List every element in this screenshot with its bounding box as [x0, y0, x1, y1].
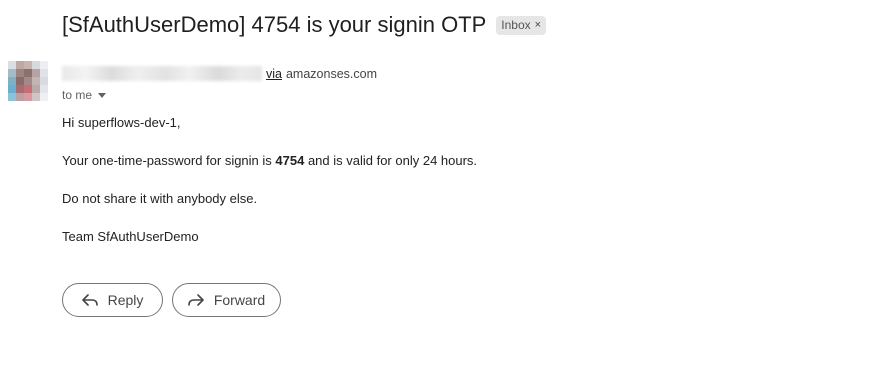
- redacted-sender[interactable]: [62, 66, 262, 81]
- forward-button[interactable]: Forward: [172, 283, 281, 317]
- email-warning: Do not share it with anybody else.: [62, 191, 258, 206]
- reply-icon: [81, 294, 98, 306]
- inbox-label-text: Inbox: [501, 18, 531, 32]
- forward-icon: [188, 294, 204, 306]
- remove-label-icon[interactable]: ×: [535, 19, 541, 31]
- email-otp-line: Your one-time-password for signin is 475…: [62, 153, 477, 168]
- otp-suffix: and is valid for only 24 hours.: [304, 153, 478, 168]
- subject-row: [SfAuthUserDemo] 4754 is your signin OTP…: [62, 12, 547, 38]
- otp-code: 4754: [275, 153, 305, 168]
- otp-prefix: Your one-time-password for signin is: [62, 153, 276, 168]
- avatar[interactable]: [8, 61, 48, 101]
- email-subject: [SfAuthUserDemo] 4754 is your signin OTP: [62, 12, 487, 37]
- reply-label: Reply: [107, 292, 144, 308]
- email-greeting: Hi superflows-dev-1,: [62, 115, 181, 130]
- recipient-text: to me: [62, 88, 93, 102]
- via-link[interactable]: via: [266, 67, 282, 81]
- sender-row: via amazonses.com: [62, 66, 377, 81]
- recipient-details[interactable]: to me: [62, 88, 107, 102]
- inbox-label-chip[interactable]: Inbox ×: [496, 15, 547, 35]
- reply-button[interactable]: Reply: [62, 283, 163, 317]
- via-domain: amazonses.com: [285, 66, 377, 81]
- chevron-down-icon[interactable]: [98, 92, 107, 98]
- email-signature: Team SfAuthUserDemo: [62, 229, 199, 244]
- forward-label: Forward: [213, 292, 266, 308]
